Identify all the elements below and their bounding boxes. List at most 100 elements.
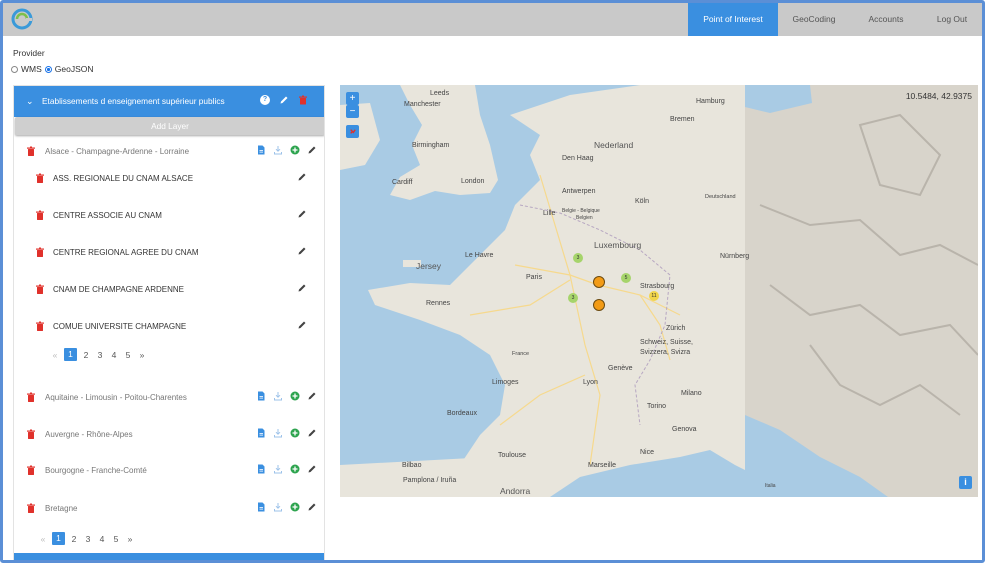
list-item[interactable]: CENTRE ASSOCIE AU CNAM <box>14 206 324 226</box>
trash-icon[interactable] <box>27 429 35 439</box>
nav-geocoding[interactable]: GeoCoding <box>778 3 850 36</box>
inner-pagination: « 1 2 3 4 5 » <box>50 348 147 361</box>
document-icon[interactable] <box>256 428 266 438</box>
geojson-radio[interactable] <box>44 65 52 73</box>
map-label: Cardiff <box>392 179 413 186</box>
map-label: Lille <box>543 210 556 217</box>
trash-icon[interactable] <box>27 392 35 402</box>
app-logo-icon[interactable] <box>11 8 33 30</box>
poi-marker[interactable] <box>593 299 605 311</box>
nav-point-of-interest[interactable]: Point of Interest <box>688 3 778 36</box>
trash-icon[interactable] <box>298 95 308 105</box>
pager-prev[interactable]: « <box>50 350 60 360</box>
pager-page[interactable]: 3 <box>83 534 93 544</box>
poi-marker[interactable] <box>593 276 605 288</box>
pencil-icon[interactable] <box>307 502 317 512</box>
add-layer-button[interactable]: Add Layer <box>15 117 324 135</box>
trash-icon[interactable] <box>36 321 44 331</box>
cluster-marker[interactable]: 11 <box>649 291 659 301</box>
pager-page[interactable]: 3 <box>95 350 105 360</box>
pencil-icon[interactable] <box>307 391 317 401</box>
pencil-icon[interactable] <box>297 246 307 256</box>
pager-page[interactable]: 5 <box>111 534 121 544</box>
pager-next[interactable]: » <box>125 534 135 544</box>
document-icon[interactable] <box>256 145 266 155</box>
pager-page[interactable]: 4 <box>97 534 107 544</box>
help-icon[interactable]: ? <box>260 95 270 105</box>
cluster-marker[interactable]: 3 <box>568 293 578 303</box>
document-icon[interactable] <box>256 464 266 474</box>
cluster-marker[interactable]: 5 <box>621 273 631 283</box>
map-info-button[interactable]: i <box>959 476 972 489</box>
group-row[interactable]: Bretagne <box>14 499 324 519</box>
zoom-out-button[interactable]: − <box>346 105 359 118</box>
layer-header[interactable]: ⌄ Etablissements d enseignement supérieu… <box>14 86 324 117</box>
pencil-icon[interactable] <box>307 145 317 155</box>
map-view[interactable]: 10.5484, 42.9375 + − Leeds Manchester Ha… <box>340 85 978 497</box>
download-icon[interactable] <box>273 145 283 155</box>
list-item[interactable]: CENTRE REGIONAL AGREE DU CNAM <box>14 243 324 263</box>
list-item[interactable]: ASS. REGIONALE DU CNAM ALSACE <box>14 169 324 189</box>
download-icon[interactable] <box>273 428 283 438</box>
pager-page[interactable]: 5 <box>123 350 133 360</box>
group-row[interactable]: Auvergne - Rhône-Alpes <box>14 425 324 445</box>
trash-icon[interactable] <box>27 146 35 156</box>
wms-radio-label[interactable]: WMS <box>21 64 42 74</box>
group-row[interactable]: Bourgogne - Franche-Comté <box>14 461 324 481</box>
chevron-down-icon[interactable]: ⌄ <box>26 96 34 107</box>
download-icon[interactable] <box>273 464 283 474</box>
nav-accounts[interactable]: Accounts <box>850 3 922 36</box>
pager-next[interactable]: » <box>137 350 147 360</box>
item-label: CENTRE REGIONAL AGREE DU CNAM <box>53 248 199 257</box>
trash-icon[interactable] <box>27 503 35 513</box>
pager-page[interactable]: 4 <box>109 350 119 360</box>
pager-page[interactable]: 2 <box>81 350 91 360</box>
map-label: London <box>461 178 485 185</box>
geojson-radio-label[interactable]: GeoJSON <box>55 64 94 74</box>
trash-icon[interactable] <box>36 247 44 257</box>
pencil-icon[interactable] <box>297 283 307 293</box>
marker-tool-icon[interactable] <box>346 125 359 138</box>
app-window: Point of Interest GeoCoding Accounts Log… <box>0 0 985 563</box>
pager-page[interactable]: 1 <box>64 348 77 361</box>
item-label: CENTRE ASSOCIE AU CNAM <box>53 211 162 220</box>
document-icon[interactable] <box>256 502 266 512</box>
map-label: Bordeaux <box>447 410 477 417</box>
add-circle-icon[interactable] <box>290 502 300 512</box>
map-label: Bilbao <box>402 462 422 469</box>
trash-icon[interactable] <box>36 284 44 294</box>
pager-page[interactable]: 2 <box>69 534 79 544</box>
coordinate-readout: 10.5484, 42.9375 <box>905 91 972 101</box>
cluster-marker[interactable]: 3 <box>573 253 583 263</box>
group-row[interactable]: Alsace - Champagne-Ardenne - Lorraine <box>14 142 324 162</box>
group-label: Alsace - Champagne-Ardenne - Lorraine <box>45 147 190 156</box>
add-circle-icon[interactable] <box>290 391 300 401</box>
group-row[interactable]: Aquitaine - Limousin - Poitou-Charentes <box>14 388 324 408</box>
pencil-icon[interactable] <box>297 172 307 182</box>
next-layer-header-edge[interactable] <box>14 553 324 560</box>
trash-icon[interactable] <box>36 210 44 220</box>
pencil-icon[interactable] <box>279 95 289 105</box>
wms-radio[interactable] <box>11 65 18 73</box>
list-item[interactable]: CNAM DE CHAMPAGNE ARDENNE <box>14 280 324 300</box>
map-label: Svizzera, Svizra <box>640 349 691 356</box>
add-circle-icon[interactable] <box>290 464 300 474</box>
document-icon[interactable] <box>256 391 266 401</box>
zoom-in-button[interactable]: + <box>346 92 359 105</box>
pager-page[interactable]: 1 <box>52 532 65 545</box>
list-item[interactable]: COMUE UNIVERSITE CHAMPAGNE <box>14 317 324 337</box>
pencil-icon[interactable] <box>307 464 317 474</box>
add-circle-icon[interactable] <box>290 145 300 155</box>
pager-prev[interactable]: « <box>38 534 48 544</box>
pencil-icon[interactable] <box>307 428 317 438</box>
add-circle-icon[interactable] <box>290 428 300 438</box>
nav-logout[interactable]: Log Out <box>922 3 982 36</box>
download-icon[interactable] <box>273 502 283 512</box>
download-icon[interactable] <box>273 391 283 401</box>
map-label: Rennes <box>426 300 451 307</box>
trash-icon[interactable] <box>27 465 35 475</box>
pencil-icon[interactable] <box>297 209 307 219</box>
pencil-icon[interactable] <box>297 320 307 330</box>
trash-icon[interactable] <box>36 173 44 183</box>
layer-sidebar: ⌄ Etablissements d enseignement supérieu… <box>13 85 325 560</box>
